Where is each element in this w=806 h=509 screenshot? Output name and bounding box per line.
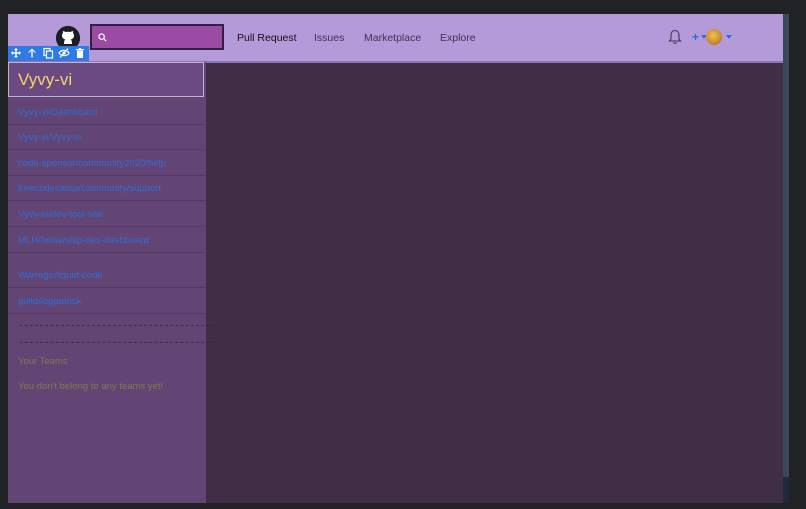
sidebar-title: Vyvy-vi xyxy=(18,70,73,89)
repo-link[interactable]: Vyvy-vi/dev-tool-site xyxy=(18,209,103,220)
scrollbar-thumb[interactable] xyxy=(783,477,789,503)
repo-item[interactable]: code-sponsor/community2020/help xyxy=(8,151,206,176)
teams-empty-message: You don't belong to any teams yet! xyxy=(18,381,164,392)
repo-link[interactable]: Vyvy-vi/Vyvy-vi xyxy=(18,132,81,143)
repo-item[interactable]: Vyvy-vi/Vyvy-vi xyxy=(8,125,206,150)
move-icon[interactable] xyxy=(10,47,22,59)
nav-explore[interactable]: Explore xyxy=(440,32,476,44)
trash-icon[interactable] xyxy=(74,47,86,59)
repo-item[interactable]: guild/logpatrick xyxy=(8,289,206,314)
repo-link[interactable]: MLH/fellowship-dev-dashboard xyxy=(18,235,149,246)
copy-icon[interactable] xyxy=(42,47,54,59)
sidebar: Vyvy-vi Vyvy-vi/Dashboard Vyvy-vi/Vyvy-v… xyxy=(8,62,216,503)
repo-item[interactable]: Vyvy-vi/dev-tool-site xyxy=(8,202,206,227)
search-icon xyxy=(98,33,107,42)
repo-item[interactable]: Vyvy-vi/Dashboard xyxy=(8,100,206,125)
plus-icon[interactable]: + xyxy=(692,30,699,44)
chevron-down-icon[interactable] xyxy=(726,35,732,39)
teams-heading: Your Teams xyxy=(18,356,68,367)
repo-item[interactable]: MLH/fellowship-dev-dashboard xyxy=(8,228,206,253)
repo-link[interactable]: Warrego/liquid-code xyxy=(18,270,103,281)
repo-item[interactable]: Warrego/liquid-code xyxy=(8,263,206,288)
repo-link[interactable]: freecodecamp/community/support xyxy=(18,183,161,194)
divider-line: -------------------------------------- xyxy=(18,337,216,348)
top-header: Pull Request Issues Marketplace Explore … xyxy=(8,14,783,63)
element-toolbar xyxy=(8,46,89,61)
nav-marketplace[interactable]: Marketplace xyxy=(364,32,421,44)
nav-pull-request[interactable]: Pull Request xyxy=(237,32,297,44)
avatar[interactable] xyxy=(706,29,722,45)
sidebar-title-box: Vyvy-vi xyxy=(8,62,204,97)
repo-link[interactable]: guild/logpatrick xyxy=(18,296,81,307)
app-window: Pull Request Issues Marketplace Explore … xyxy=(8,14,783,503)
repo-item[interactable]: freecodecamp/community/support xyxy=(8,176,206,201)
hide-icon[interactable] xyxy=(58,47,70,59)
scrollbar[interactable] xyxy=(783,14,789,503)
repo-link[interactable]: Vyvy-vi/Dashboard xyxy=(18,107,97,118)
search-input[interactable] xyxy=(110,29,222,47)
bell-icon[interactable] xyxy=(668,29,682,45)
nav-issues[interactable]: Issues xyxy=(314,32,344,44)
divider-line: -------------------------------------- xyxy=(18,320,216,331)
repo-link[interactable]: code-sponsor/community2020/help xyxy=(18,158,166,169)
search-box[interactable] xyxy=(90,24,224,50)
arrow-up-icon[interactable] xyxy=(26,47,38,59)
